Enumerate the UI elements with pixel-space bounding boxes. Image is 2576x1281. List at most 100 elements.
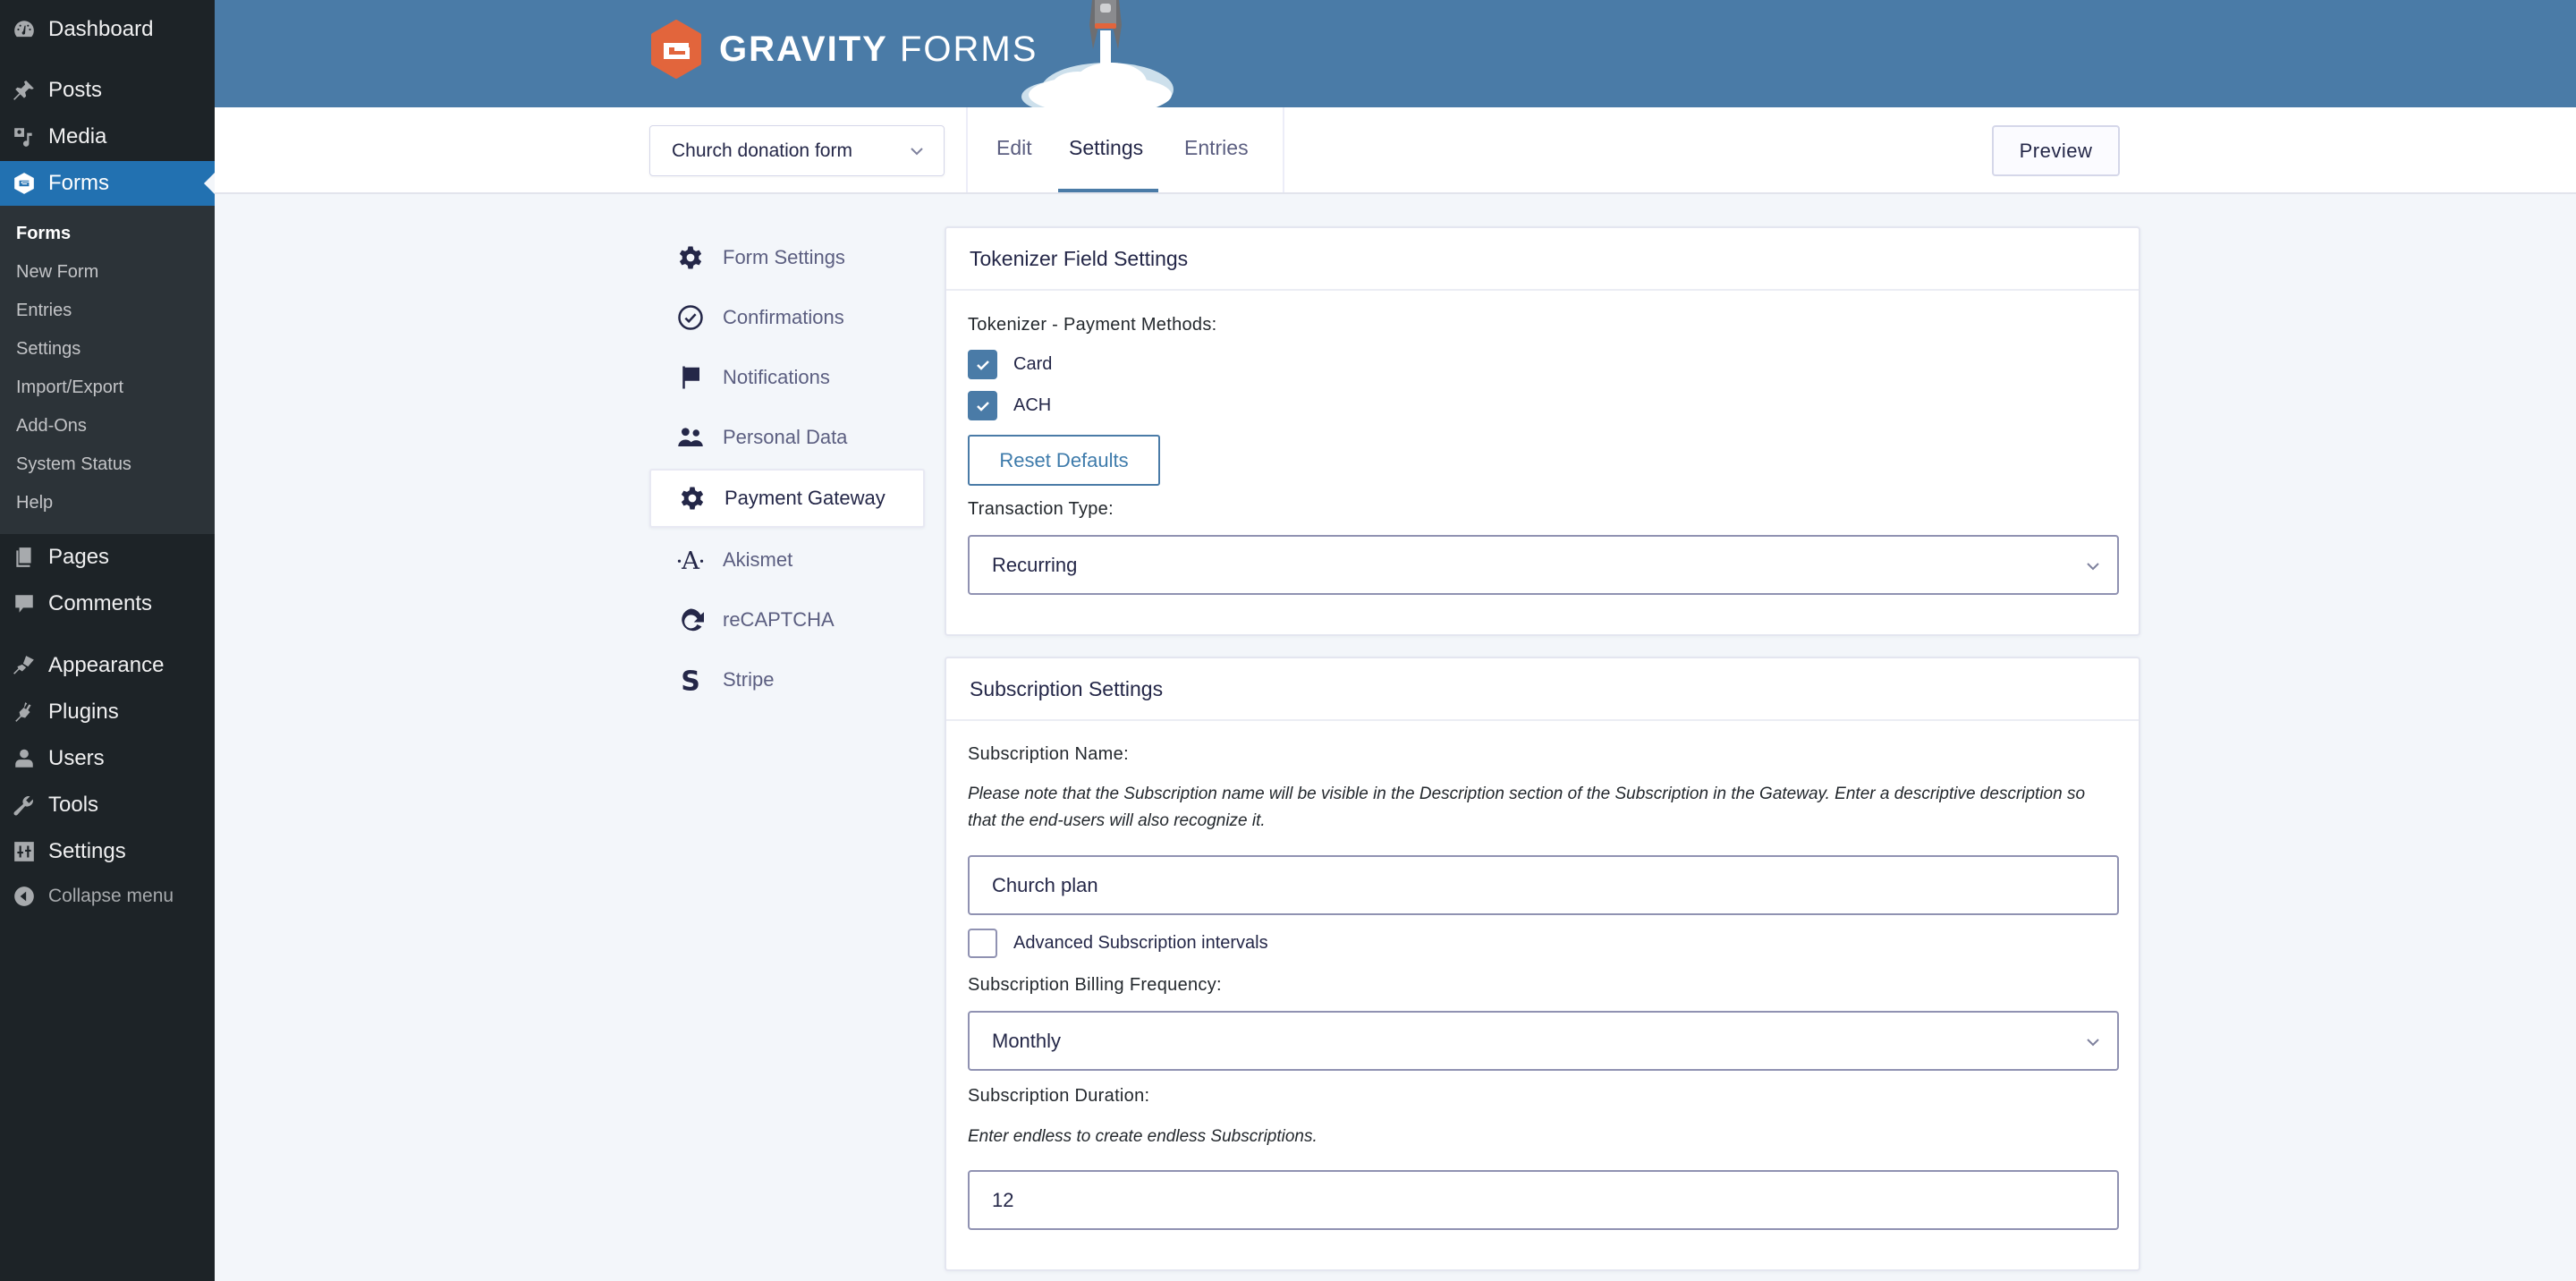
people-icon [649, 424, 723, 451]
stripe-icon: S [649, 666, 723, 693]
gravity-forms-header: GRAVITY FORMS [215, 0, 2576, 107]
menu-item-media[interactable]: Media [0, 118, 215, 156]
transaction-type-label: Transaction Type: [968, 499, 1114, 519]
settings-nav-recaptcha[interactable]: reCAPTCHA [649, 590, 925, 649]
chevron-down-icon [2087, 563, 2099, 571]
subscription-settings-panel: Subscription Settings Subscription Name:… [945, 657, 2140, 1271]
check-circle-icon [649, 304, 723, 331]
settings-nav-label: Form Settings [723, 246, 845, 268]
form-switcher-value: Church donation form [672, 140, 852, 161]
settings-nav-confirmations[interactable]: Confirmations [649, 288, 925, 347]
menu-item-dashboard[interactable]: Dashboard [0, 11, 215, 48]
menu-item-tools[interactable]: Tools [0, 786, 215, 824]
settings-nav-label: Akismet [723, 548, 793, 571]
transaction-type-value: Recurring [992, 553, 1078, 576]
subscription-duration-label: Subscription Duration: [968, 1086, 1150, 1106]
menu-label: Settings [48, 839, 126, 863]
card-checkbox[interactable] [968, 350, 997, 379]
subscription-name-label: Subscription Name: [968, 744, 1129, 764]
menu-item-forms[interactable]: Forms [0, 161, 215, 206]
gear-icon [651, 485, 724, 512]
ach-checkbox-row[interactable]: ACH [968, 391, 1051, 420]
menu-label: Media [48, 124, 107, 148]
settings-nav-payment-gateway[interactable]: Payment Gateway [649, 469, 925, 528]
pin-icon [0, 79, 48, 102]
submenu-forms[interactable]: Forms [16, 224, 71, 244]
plugin-icon [0, 700, 48, 724]
submenu-import-export[interactable]: Import/Export [16, 378, 123, 398]
active-tab-indicator [1058, 189, 1158, 192]
settings-nav-form-settings[interactable]: Form Settings [649, 228, 925, 287]
billing-frequency-value: Monthly [992, 1029, 1062, 1052]
billing-frequency-select[interactable]: Monthly [968, 1011, 2119, 1071]
collapse-menu-button[interactable]: Collapse menu [0, 878, 215, 915]
flag-icon [649, 364, 723, 391]
tab-edit[interactable]: Edit [996, 136, 1032, 160]
submenu-settings[interactable]: Settings [16, 339, 80, 360]
menu-label: Posts [48, 78, 103, 102]
tokenizer-settings-panel: Tokenizer Field Settings Tokenizer - Pay… [945, 226, 2140, 636]
submenu-add-ons[interactable]: Add-Ons [16, 416, 87, 437]
submenu-system-status[interactable]: System Status [16, 454, 131, 475]
settings-nav-label: Personal Data [723, 426, 848, 448]
menu-item-settings[interactable]: Settings [0, 833, 215, 870]
toolbar-divider [1283, 107, 1284, 192]
checkmark-icon [976, 360, 989, 370]
submenu-new-form[interactable]: New Form [16, 262, 98, 283]
settings-nav-label: Confirmations [723, 306, 844, 328]
checkmark-icon [976, 401, 989, 411]
menu-item-appearance[interactable]: Appearance [0, 647, 215, 684]
tab-settings[interactable]: Settings [1069, 136, 1143, 160]
menu-label: Dashboard [48, 17, 154, 41]
subscription-duration-input[interactable]: 12 [968, 1170, 2119, 1230]
advanced-intervals-row[interactable]: Advanced Subscription intervals [968, 929, 1268, 958]
settings-nav-akismet[interactable]: A Akismet [649, 530, 925, 590]
forms-submenu: Forms New Form Entries Settings Import/E… [0, 206, 215, 534]
menu-label: Users [48, 746, 105, 770]
card-label: Card [1013, 354, 1053, 374]
menu-label: Comments [48, 591, 153, 615]
submenu-entries[interactable]: Entries [16, 301, 72, 321]
menu-label: Forms [48, 171, 109, 195]
subscription-name-description: Please note that the Subscription name w… [968, 785, 2086, 830]
form-switcher-select[interactable]: Church donation form [649, 125, 945, 176]
media-icon [0, 125, 48, 148]
menu-item-posts[interactable]: Posts [0, 72, 215, 109]
tab-entries[interactable]: Entries [1184, 136, 1249, 160]
reset-defaults-button[interactable]: Reset Defaults [968, 435, 1160, 486]
collapse-label: Collapse menu [48, 886, 174, 906]
gravity-forms-icon [0, 172, 48, 195]
settings-sliders-icon [0, 840, 48, 863]
rocket-illustration [1021, 0, 1174, 107]
settings-nav-label: Notifications [723, 366, 830, 388]
collapse-arrow-icon [0, 885, 48, 908]
settings-nav-stripe[interactable]: S Stripe [649, 650, 925, 709]
menu-item-pages[interactable]: Pages [0, 539, 215, 576]
subscription-duration-description: Enter endless to create endless Subscrip… [968, 1127, 1318, 1146]
advanced-intervals-label: Advanced Subscription intervals [1013, 933, 1268, 953]
submenu-help[interactable]: Help [16, 493, 53, 513]
menu-label: Pages [48, 545, 110, 569]
subscription-name-input[interactable]: Church plan [968, 855, 2119, 915]
payment-methods-label: Tokenizer - Payment Methods: [968, 315, 1217, 335]
comment-icon [0, 592, 48, 615]
settings-nav-personal-data[interactable]: Personal Data [649, 408, 925, 467]
gravity-forms-logo: GRAVITY FORMS [649, 20, 1038, 79]
menu-item-users[interactable]: Users [0, 740, 215, 777]
ach-checkbox[interactable] [968, 391, 997, 420]
settings-nav-label: Stripe [723, 668, 775, 691]
subscription-name-value: Church plan [992, 873, 1098, 896]
toolbar-divider [966, 107, 968, 192]
dashboard-icon [0, 18, 48, 41]
brand-name: GRAVITY FORMS [719, 29, 1038, 69]
advanced-intervals-checkbox[interactable] [968, 929, 997, 958]
panel-title: Tokenizer Field Settings [946, 228, 2139, 291]
preview-button[interactable]: Preview [1992, 125, 2120, 176]
transaction-type-select[interactable]: Recurring [968, 535, 2119, 595]
menu-item-plugins[interactable]: Plugins [0, 693, 215, 731]
settings-nav-notifications[interactable]: Notifications [649, 348, 925, 407]
menu-item-comments[interactable]: Comments [0, 585, 215, 623]
settings-nav-label: Payment Gateway [724, 487, 886, 509]
wrench-icon [0, 793, 48, 817]
card-checkbox-row[interactable]: Card [968, 350, 1052, 379]
